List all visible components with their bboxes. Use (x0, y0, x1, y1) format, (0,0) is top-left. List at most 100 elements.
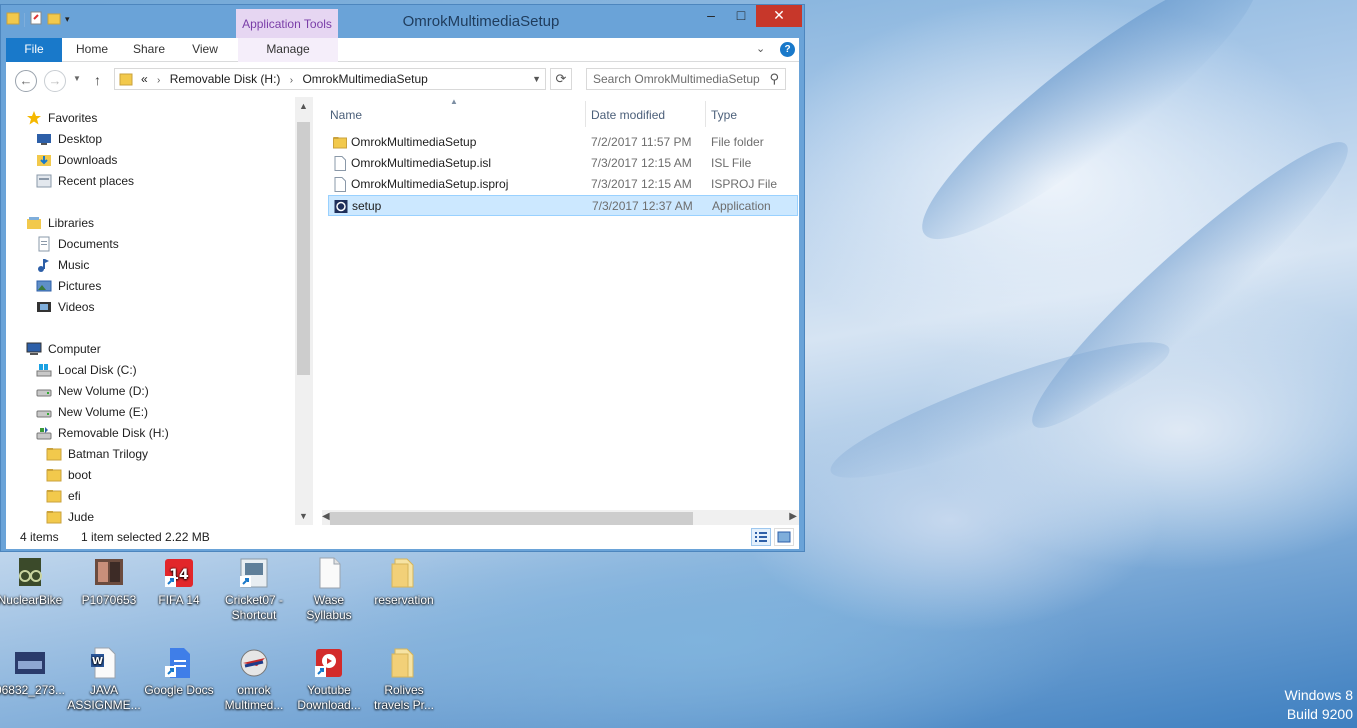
nav-folder-batman-trilogy[interactable]: Batman Trilogy (46, 443, 148, 464)
help-icon[interactable]: ? (780, 42, 795, 57)
star-icon (26, 110, 42, 126)
documents-icon (36, 236, 52, 252)
desktop-icon-wase-syllabus[interactable]: Wase Syllabus (291, 556, 367, 623)
desktop-icon-youtube-downloader[interactable]: Youtube Download... (291, 646, 367, 713)
search-input[interactable]: Search OmrokMultimediaSetup ⚲ (586, 68, 786, 90)
customize-toolbar-icon[interactable]: ▾ (65, 14, 70, 25)
column-header-type[interactable]: Type (711, 105, 737, 125)
address-dropdown-icon[interactable]: ▼ (532, 74, 541, 84)
scroll-right-arrow-icon[interactable]: ▶ (789, 511, 797, 522)
tab-view[interactable]: View (182, 38, 228, 62)
nav-computer[interactable]: Computer (26, 338, 101, 359)
close-button[interactable]: ✕ (756, 5, 802, 27)
breadcrumb-current-folder[interactable]: OmrokMultimediaSetup (302, 72, 427, 86)
breadcrumb-separator-icon: › (157, 75, 161, 86)
column-separator[interactable] (705, 101, 706, 127)
nav-favorites[interactable]: Favorites (26, 107, 97, 128)
nav-desktop-label: Desktop (58, 131, 103, 146)
new-folder-icon[interactable] (47, 11, 61, 28)
nav-removable-disk-h[interactable]: Removable Disk (H:) (36, 422, 169, 443)
title-bar[interactable]: ▾ Application Tools OmrokMultimediaSetup… (1, 5, 804, 41)
search-icon[interactable]: ⚲ (769, 71, 779, 87)
file-row[interactable]: OmrokMultimediaSetup 7/2/2017 11:57 PM F… (328, 132, 798, 153)
folder-icon (46, 488, 62, 504)
nav-computer-label: Computer (48, 341, 101, 356)
file-name: OmrokMultimediaSetup.isl (351, 156, 492, 170)
file-date: 7/2/2017 11:57 PM (591, 135, 692, 149)
expand-ribbon-chevron-icon[interactable]: ⌄ (756, 42, 765, 55)
column-header-date-modified[interactable]: Date modified (591, 105, 665, 125)
nav-desktop[interactable]: Desktop (36, 128, 102, 149)
scroll-down-arrow-icon[interactable]: ▼ (299, 511, 308, 521)
up-button[interactable]: ↑ (94, 72, 101, 88)
folder-icon (119, 72, 133, 89)
fifa-shortcut-icon: 14 (162, 556, 196, 590)
scrollbar-thumb[interactable] (297, 122, 310, 375)
address-input[interactable]: « › Removable Disk (H:) › OmrokMultimedi… (114, 68, 546, 90)
properties-icon[interactable] (29, 11, 43, 28)
nav-videos[interactable]: Videos (36, 296, 94, 317)
column-separator[interactable] (585, 101, 586, 127)
nav-new-volume-d[interactable]: New Volume (D:) (36, 380, 149, 401)
file-type: Application (712, 199, 771, 213)
refresh-button[interactable]: ⟳ (550, 68, 572, 90)
nav-videos-label: Videos (58, 299, 95, 314)
scroll-left-arrow-icon[interactable]: ◀ (322, 511, 330, 522)
document-icon (312, 556, 346, 590)
nav-pictures[interactable]: Pictures (36, 275, 101, 296)
pane-divider[interactable] (312, 97, 313, 525)
maximize-button[interactable]: □ (726, 5, 756, 27)
nav-downloads[interactable]: Downloads (36, 149, 117, 170)
file-row-selected[interactable]: setup 7/3/2017 12:37 AM Application (328, 195, 798, 216)
file-type: ISPROJ File (711, 177, 778, 191)
wallpaper-ridge (820, 320, 1180, 500)
file-row[interactable]: OmrokMultimediaSetup.isl 7/3/2017 12:15 … (328, 153, 798, 174)
folder-icon (46, 467, 62, 483)
scrollbar-thumb[interactable] (330, 512, 693, 525)
desktop-icon-nuclearbike[interactable]: NuclearBike (0, 556, 68, 608)
tab-manage[interactable]: Manage (238, 38, 338, 62)
folder-icon (387, 556, 421, 590)
drive-icon (36, 404, 52, 420)
breadcrumb-removable-disk[interactable]: Removable Disk (H:) (170, 72, 281, 86)
computer-icon (26, 341, 42, 357)
cricket-shortcut-icon (237, 556, 271, 590)
desktop-icon-rolives-travels[interactable]: Rolives travels Pr... (366, 646, 442, 713)
tab-file[interactable]: File (6, 38, 62, 62)
nav-folder-efi[interactable]: efi (46, 485, 81, 506)
file-row[interactable]: OmrokMultimediaSetup.isproj 7/3/2017 12:… (328, 174, 798, 195)
desktop-icon-omrok[interactable]: omrok Multimed... (216, 646, 292, 713)
nav-new-volume-e[interactable]: New Volume (E:) (36, 401, 148, 422)
svg-text:W: W (92, 656, 103, 667)
details-view-icon[interactable] (751, 528, 771, 546)
nav-local-disk-c-label: Local Disk (C:) (58, 362, 137, 377)
nav-documents[interactable]: Documents (36, 233, 119, 254)
breadcrumb-overflow[interactable]: « (141, 72, 148, 86)
scroll-up-arrow-icon[interactable]: ▲ (299, 101, 308, 111)
nav-local-disk-c[interactable]: Local Disk (C:) (36, 359, 137, 380)
column-header-name[interactable]: Name (330, 105, 362, 125)
large-icons-view-icon[interactable] (774, 528, 794, 546)
nav-folder-boot[interactable]: boot (46, 464, 91, 485)
desktop-icon-reservation[interactable]: reservation (366, 556, 442, 608)
photo-icon (13, 646, 47, 680)
back-button[interactable]: ← (15, 70, 37, 92)
forward-button[interactable]: → (44, 70, 66, 92)
desktop-icon-google-docs[interactable]: Google Docs (141, 646, 217, 698)
nav-recent-places[interactable]: Recent places (36, 170, 134, 191)
minimize-button[interactable]: – (696, 5, 726, 27)
file-name: OmrokMultimediaSetup (351, 135, 477, 149)
desktop-icon-06832[interactable]: 06832_273... (0, 646, 68, 698)
tab-share[interactable]: Share (124, 38, 174, 62)
recent-locations-dropdown[interactable]: ▼ (73, 74, 81, 83)
tab-home[interactable]: Home (68, 38, 116, 62)
breadcrumb-separator-icon[interactable]: › (290, 75, 293, 86)
nav-folder-jude[interactable]: Jude (46, 506, 94, 527)
nav-libraries[interactable]: Libraries (26, 212, 94, 233)
desktop-icon-fifa14[interactable]: 14 FIFA 14 (141, 556, 217, 608)
desktop-icon-p1070653[interactable]: P1070653 (71, 556, 147, 608)
nav-music[interactable]: Music (36, 254, 89, 275)
nav-pane-scrollbar[interactable]: ▲ ▼ (295, 97, 312, 525)
desktop-icon-java-assignment[interactable]: W JAVA ASSIGNME... (66, 646, 142, 713)
desktop-icon-cricket07[interactable]: Cricket07 - Shortcut (216, 556, 292, 623)
